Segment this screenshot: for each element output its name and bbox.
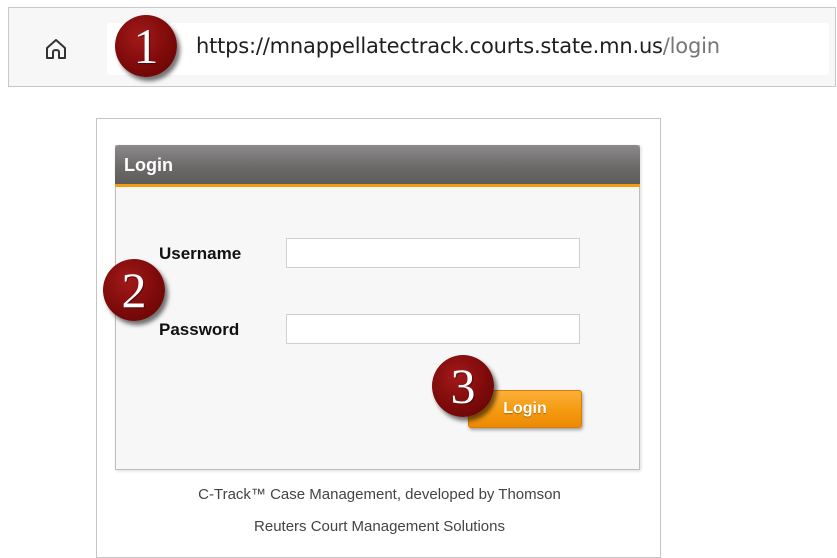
callout-badge-2: 2: [103, 259, 165, 321]
footer-credit: C-Track™ Case Management, developed by T…: [97, 479, 662, 543]
footer-line-1: C-Track™ Case Management, developed by T…: [198, 486, 561, 503]
url-path: /login: [662, 34, 720, 58]
footer-line-2: Reuters Court Management Solutions: [254, 518, 505, 535]
password-input[interactable]: [286, 314, 580, 344]
username-input[interactable]: [286, 238, 580, 268]
login-panel: Login Username Password Login: [115, 145, 640, 470]
username-label: Username: [159, 244, 242, 263]
address-bar[interactable]: https://mnappellatectrack.courts.state.m…: [107, 23, 829, 75]
login-panel-title: Login: [124, 155, 173, 175]
callout-badge-3: 3: [432, 355, 494, 417]
url-text: https://mnappellatectrack.courts.state.m…: [196, 34, 720, 58]
password-label: Password: [159, 320, 240, 339]
callout-badge-1: 1: [115, 15, 177, 77]
login-panel-header: Login: [115, 145, 640, 187]
home-icon[interactable]: [43, 36, 69, 62]
url-host: https://mnappellatectrack.courts.state.m…: [196, 34, 663, 58]
login-page: Login Username Password Login C-Track™ C…: [96, 118, 661, 558]
